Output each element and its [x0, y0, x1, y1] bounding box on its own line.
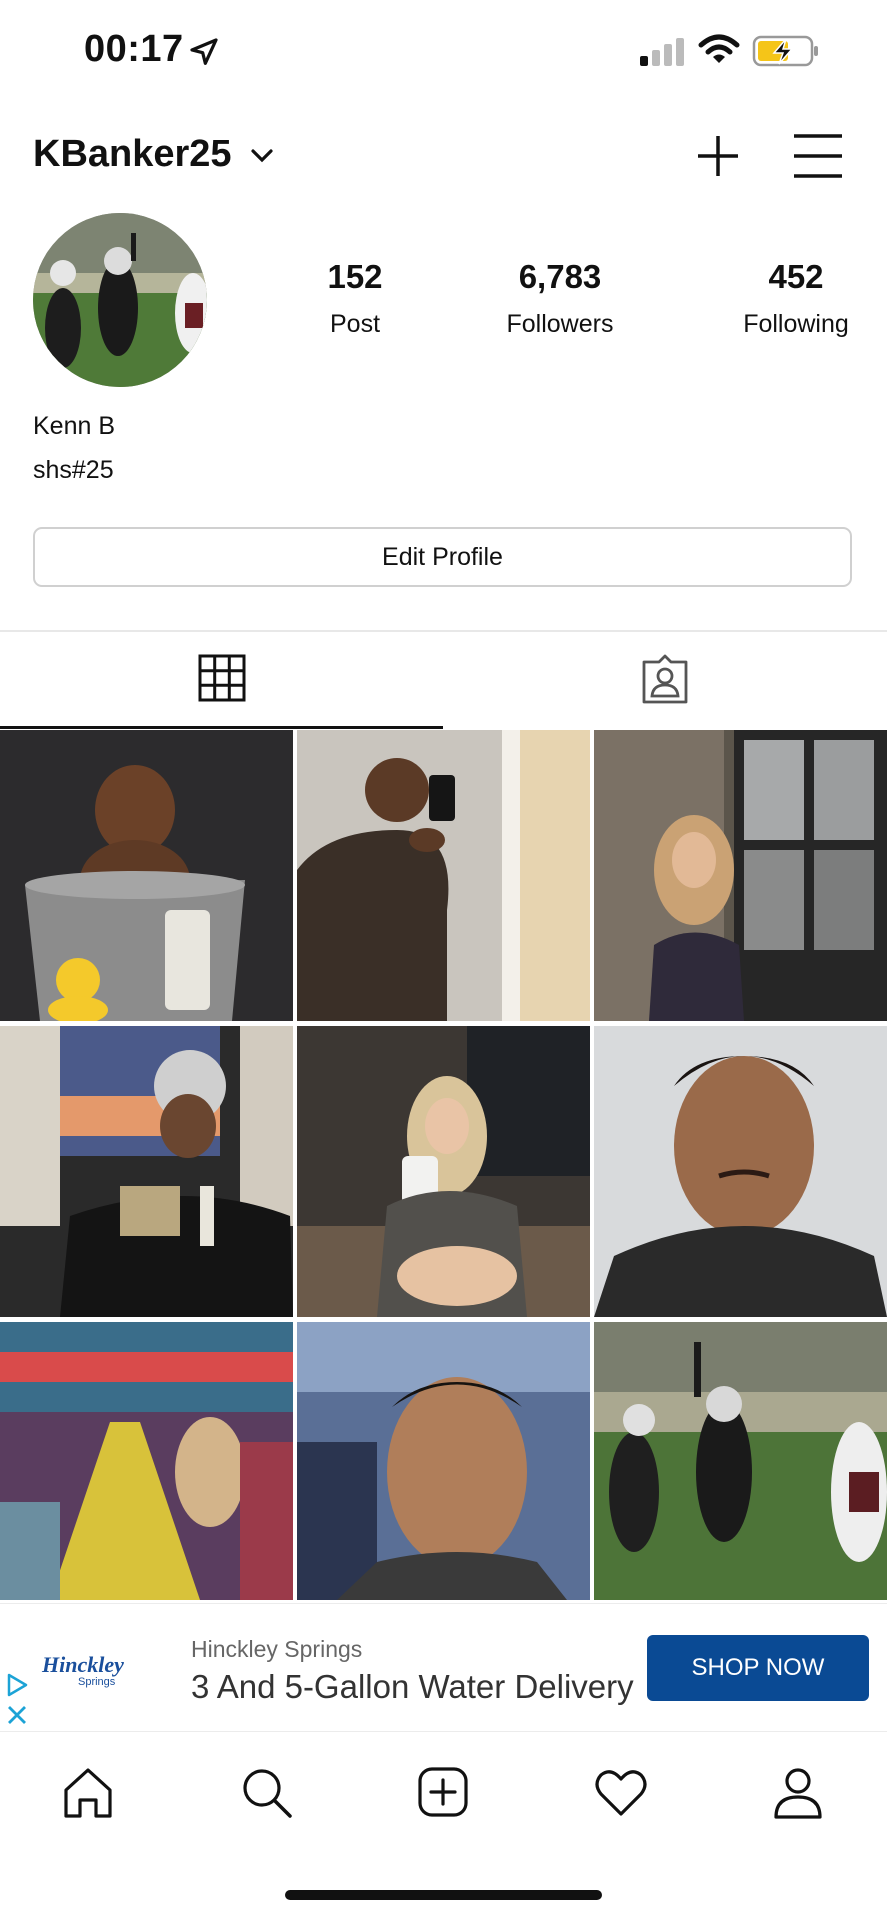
wifi-icon	[698, 34, 740, 63]
profile-icon[interactable]	[770, 1764, 826, 1820]
stat-posts-label: Post	[329, 310, 381, 338]
ad-brand: Hinckley Springs	[191, 1636, 363, 1662]
profile-avatar[interactable]	[33, 213, 207, 387]
ad-title: 3 And 5-Gallon Water Delivery	[191, 1668, 634, 1705]
grid-photo[interactable]	[297, 730, 590, 1021]
grid-photo[interactable]	[0, 1322, 293, 1613]
close-icon[interactable]	[4, 1702, 30, 1728]
ad-shop-now-button[interactable]: SHOP NOW	[647, 1635, 869, 1701]
plus-icon[interactable]	[696, 134, 740, 178]
stat-followers-value: 6,783	[518, 258, 602, 295]
grid-photo[interactable]	[0, 1026, 293, 1317]
home-icon[interactable]	[60, 1764, 116, 1820]
tab-tagged[interactable]	[443, 632, 887, 728]
stat-posts: 152 Post	[275, 258, 435, 339]
stat-followers-label: Followers	[506, 310, 614, 338]
profile-username[interactable]: KBanker25	[33, 133, 232, 176]
photo-grid	[0, 730, 887, 1600]
heart-icon[interactable]	[593, 1764, 649, 1820]
chevron-down-icon[interactable]	[250, 146, 274, 166]
home-indicator	[285, 1890, 602, 1900]
stat-followers[interactable]: 6,783 Followers	[480, 258, 640, 339]
grid-photo[interactable]	[594, 1026, 887, 1317]
tagged-user-icon	[642, 654, 688, 704]
ad-logo: Hinckley	[42, 1652, 124, 1677]
cellular-signal-icon	[640, 38, 684, 66]
edit-profile-button[interactable]: Edit Profile	[33, 527, 852, 587]
search-icon[interactable]	[238, 1764, 294, 1820]
active-tab-indicator	[0, 726, 443, 729]
new-post-icon[interactable]	[415, 1764, 471, 1820]
location-arrow-icon	[190, 38, 218, 65]
grid-icon	[198, 654, 246, 702]
grid-photo[interactable]	[0, 730, 293, 1021]
profile-bio: shs#25	[33, 456, 114, 484]
ad-logo-sub: Springs	[78, 1676, 116, 1688]
tab-grid[interactable]	[0, 632, 443, 728]
grid-photo[interactable]	[594, 730, 887, 1021]
status-time: 00:17	[84, 28, 184, 70]
stat-following[interactable]: 452 Following	[716, 258, 876, 339]
stat-following-label: Following	[743, 310, 849, 338]
grid-photo[interactable]	[297, 1322, 590, 1613]
grid-photo[interactable]	[297, 1026, 590, 1317]
adchoices-play-icon[interactable]	[4, 1672, 30, 1698]
grid-photo[interactable]	[594, 1322, 887, 1613]
profile-display-name: Kenn B	[33, 412, 116, 440]
menu-icon[interactable]	[792, 132, 844, 180]
ad-banner[interactable]: Hinckley Springs Hinckley Springs 3 And …	[0, 1603, 887, 1732]
stat-following-value: 452	[768, 258, 824, 295]
stat-posts-value: 152	[327, 258, 383, 295]
battery-charging-icon	[752, 35, 818, 67]
